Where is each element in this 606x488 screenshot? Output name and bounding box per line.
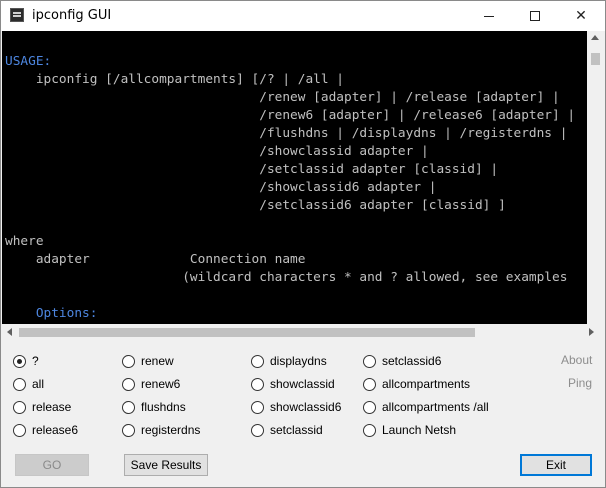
scrollbar-thumb[interactable] [19, 328, 475, 337]
scroll-right-icon[interactable] [589, 328, 594, 336]
radio-release6[interactable]: release6 [13, 423, 78, 437]
radio-flushdns[interactable]: flushdns [122, 400, 186, 414]
console-line: /setclassid adapter [classid] | [5, 162, 499, 177]
radio-dot [122, 354, 135, 368]
radio-label: allcompartments /all [382, 400, 489, 414]
ping-link[interactable]: Ping [568, 376, 592, 390]
radio-renew[interactable]: renew [122, 354, 174, 368]
exit-button[interactable]: Exit [520, 454, 592, 476]
console-line: (wildcard characters * and ? allowed, se… [5, 270, 568, 285]
close-icon: ✕ [575, 8, 587, 24]
radio-label: release [32, 400, 72, 414]
console-line: Options: [5, 306, 98, 321]
radio-label: registerdns [141, 423, 201, 437]
console-line: USAGE: [5, 54, 52, 69]
radio-allcompartments[interactable]: allcompartments [363, 377, 470, 391]
radio-dot [251, 400, 264, 414]
radio-label: allcompartments [382, 377, 471, 391]
radio-dot [363, 400, 376, 414]
radio-label: release6 [32, 423, 79, 437]
vertical-scrollbar[interactable] [587, 31, 604, 324]
radio-label: ? [32, 354, 39, 368]
radio-allcompartments-all[interactable]: allcompartments /all [363, 400, 489, 414]
go-button[interactable]: GO [15, 454, 89, 476]
app-window: ipconfig GUI ✕ USAGE: ipconfig [/allcomp… [0, 0, 606, 488]
scroll-up-icon[interactable] [591, 35, 599, 40]
radio-dot [13, 400, 26, 414]
terminal-icon [10, 8, 24, 22]
maximize-icon [530, 11, 540, 21]
radio-showclassid6[interactable]: showclassid6 [251, 400, 341, 414]
radio-label: flushdns [141, 400, 186, 414]
radio-showclassid[interactable]: showclassid [251, 377, 335, 391]
console-line: /renew6 [adapter] | /release6 [adapter] … [5, 108, 576, 123]
radio-dot [13, 354, 26, 368]
minimize-icon [484, 15, 494, 17]
radio-label: setclassid [270, 423, 323, 437]
radio-label: renew [141, 354, 174, 368]
radio-label: all [32, 377, 45, 391]
radio-dot [13, 377, 26, 391]
radio-setclassid[interactable]: setclassid [251, 423, 323, 437]
minimize-button[interactable] [466, 1, 512, 31]
scrollbar-thumb[interactable] [591, 53, 600, 65]
radio-label: renew6 [141, 377, 181, 391]
radio-dot [363, 354, 376, 368]
console-line: where [5, 234, 44, 249]
console-output[interactable]: USAGE: ipconfig [/allcompartments] [/? |… [2, 31, 604, 324]
console-line: /renew [adapter] | /release [adapter] | [5, 90, 560, 105]
console-line: adapter Connection name [5, 252, 306, 267]
radio-setclassid6[interactable]: setclassid6 [363, 354, 441, 368]
radio-registerdns[interactable]: registerdns [122, 423, 200, 437]
horizontal-scrollbar[interactable] [2, 324, 604, 341]
radio-dot [251, 377, 264, 391]
radio-dot [122, 377, 135, 391]
radio-label: setclassid6 [382, 354, 442, 368]
console-line: ipconfig [/allcompartments] [/? | /all | [5, 72, 344, 87]
radio-displaydns[interactable]: displaydns [251, 354, 327, 368]
console-line: /flushdns | /displaydns | /registerdns | [5, 126, 568, 141]
save-results-button[interactable]: Save Results [124, 454, 208, 476]
radio-dot [251, 423, 264, 437]
radio-dot [122, 423, 135, 437]
radio-dot [251, 354, 264, 368]
radio-launch-netsh[interactable]: Launch Netsh [363, 423, 456, 437]
radio-dot [13, 423, 26, 437]
radio-renew6[interactable]: renew6 [122, 377, 180, 391]
radio-dot [122, 400, 135, 414]
radio-release[interactable]: release [13, 400, 71, 414]
console-text: USAGE: ipconfig [/allcompartments] [/? |… [5, 53, 575, 323]
radio-help[interactable]: ? [13, 354, 39, 368]
window-title: ipconfig GUI [32, 8, 112, 23]
radio-all[interactable]: all [13, 377, 44, 391]
scroll-left-icon[interactable] [7, 328, 12, 336]
radio-label: displaydns [270, 354, 327, 368]
about-link[interactable]: About [561, 353, 592, 367]
console-line: /showclassid adapter | [5, 144, 429, 159]
close-button[interactable]: ✕ [558, 1, 604, 31]
console-line: /setclassid6 adapter [classid] ] [5, 198, 506, 213]
title-bar[interactable]: ipconfig GUI ✕ [1, 1, 605, 31]
radio-label: Launch Netsh [382, 423, 457, 437]
radio-label: showclassid [270, 377, 335, 391]
console-line: /showclassid6 adapter | [5, 180, 437, 195]
radio-dot [363, 377, 376, 391]
radio-dot [363, 423, 376, 437]
radio-label: showclassid6 [270, 400, 342, 414]
maximize-button[interactable] [512, 1, 558, 31]
